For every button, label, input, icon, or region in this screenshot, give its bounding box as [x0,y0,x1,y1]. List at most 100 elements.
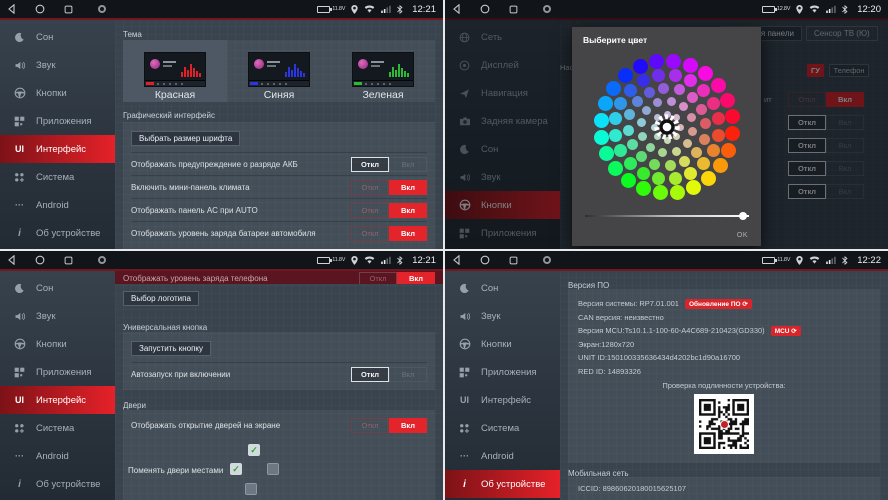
door-checkbox-left[interactable]: ✓ [230,463,242,475]
color-swatch-dot[interactable] [638,132,647,141]
sidebar-item-android[interactable]: ···Android [445,442,560,470]
color-swatch-dot[interactable] [691,147,702,158]
recents-square-icon[interactable] [509,256,518,265]
toggle-on-button[interactable]: Вкл [389,367,427,382]
update-badge[interactable]: Обновление ПО ⟳ [685,299,752,309]
color-swatch-dot[interactable] [670,185,685,200]
color-swatch-dot[interactable] [712,129,725,142]
color-swatch-dot[interactable] [669,172,682,185]
home-circle-icon[interactable] [35,4,45,14]
recents-square-icon[interactable] [64,5,73,14]
color-swatch-dot[interactable] [623,125,634,136]
color-swatch-dot[interactable] [683,139,692,148]
color-swatch-dot[interactable] [636,181,651,196]
color-swatch-dot[interactable] [665,160,676,171]
sidebar-item-apps[interactable]: Приложения [0,107,115,135]
toggle-off-button[interactable]: Откл [351,180,389,195]
app-badge-icon[interactable] [98,256,106,264]
color-swatch-dot[interactable] [686,180,701,195]
door-checkbox-right[interactable] [267,463,279,475]
back-icon[interactable] [7,4,16,14]
toggle-off-button[interactable]: Откл [351,418,389,433]
color-swatch-dot[interactable] [653,98,662,107]
home-circle-icon[interactable] [35,255,45,265]
color-swatch-dot[interactable] [725,109,740,124]
color-swatch-dot[interactable] [697,157,710,170]
color-swatch-dot[interactable] [712,112,725,125]
color-swatch-dot[interactable] [594,130,609,145]
sidebar-item-buttons[interactable]: Кнопки [0,330,115,358]
color-swatch-dot[interactable] [636,151,647,162]
color-swatch-dot[interactable] [688,127,697,136]
color-swatch-dot[interactable] [701,171,716,186]
color-swatch-dot[interactable] [609,112,622,125]
color-swatch-dot[interactable] [609,129,622,142]
toggle-off-button[interactable]: Откл [351,367,389,382]
door-checkbox-top[interactable]: ✓ [248,444,260,456]
door-checkbox-bottom[interactable] [245,483,257,495]
color-swatch-dot[interactable] [667,97,676,106]
color-swatch-dot[interactable] [679,156,690,167]
toggle-off-button[interactable]: Откл [351,203,389,218]
sidebar-item-sound[interactable]: Звук [0,302,115,330]
color-swatch-dot[interactable] [666,54,681,69]
recents-square-icon[interactable] [64,256,73,265]
color-swatch-dot[interactable] [707,144,720,157]
color-swatch-dot[interactable] [633,59,648,74]
back-icon[interactable] [452,4,461,14]
color-swatch-dot[interactable] [725,126,740,141]
app-badge-icon[interactable] [98,5,106,13]
color-swatch-dot[interactable] [637,118,646,127]
update-badge[interactable]: MCU ⟳ [771,326,801,336]
color-swatch-dot[interactable] [614,144,627,157]
color-swatch-dot[interactable] [642,106,651,115]
color-swatch-dot[interactable] [696,104,707,115]
theme-option-red[interactable]: Красная [123,40,227,102]
color-swatch-dot[interactable] [697,84,710,97]
sidebar-item-ui[interactable]: UIИнтерфейс [0,386,115,414]
toggle-on-button[interactable]: Вкл [389,203,427,218]
sidebar-item-ui[interactable]: UIИнтерфейс [0,135,115,163]
brightness-slider[interactable] [585,215,749,217]
color-swatch-dot[interactable] [653,185,668,200]
theme-option-blue[interactable]: Синяя [227,40,331,102]
color-swatch-dot[interactable] [658,148,667,157]
color-swatch-dot[interactable] [646,143,655,152]
color-swatch-dot[interactable] [707,97,720,110]
toggle-on-button[interactable]: Вкл [389,226,427,241]
sidebar-item-sleep[interactable]: Сон [445,274,560,302]
color-swatch-dot[interactable] [700,118,711,129]
sidebar-item-sleep[interactable]: Сон [0,23,115,51]
color-swatch-dot[interactable] [713,158,728,173]
run-button[interactable]: Запустить кнопку [131,341,211,356]
color-swatch-dot[interactable] [684,74,697,87]
color-swatch-dot[interactable] [679,102,688,111]
color-swatch-dot[interactable] [720,93,735,108]
app-badge-icon[interactable] [543,256,551,264]
color-swatch-dot[interactable] [624,109,635,120]
home-circle-icon[interactable] [480,4,490,14]
color-swatch-dot[interactable] [683,58,698,73]
sidebar-item-apps[interactable]: Приложения [0,358,115,386]
color-swatch-dot[interactable] [637,74,650,87]
sidebar-item-android[interactable]: ···Android [0,191,115,219]
toggle-off-button[interactable]: Откл [351,157,389,172]
theme-option-green[interactable]: Зеленая [331,40,435,102]
sidebar-item-system[interactable]: Система [0,163,115,191]
color-swatch-dot[interactable] [644,87,655,98]
color-swatch-dot[interactable] [711,78,726,93]
color-swatch-dot[interactable] [614,97,627,110]
toggle-off-button[interactable]: Откл [351,226,389,241]
color-swatch-dot[interactable] [599,146,614,161]
color-swatch-dot[interactable] [608,161,623,176]
toggle-on-button[interactable]: Вкл [389,418,427,433]
app-badge-icon[interactable] [543,5,551,13]
color-swatch-dot[interactable] [606,81,621,96]
sidebar-item-about[interactable]: iОб устройстве [0,219,115,247]
color-swatch-dot[interactable] [594,113,609,128]
color-swatch-dot[interactable] [687,113,696,122]
color-swatch-dot[interactable] [598,96,613,111]
toggle-on-button[interactable]: Вкл [397,272,435,285]
color-swatch-dot[interactable] [687,92,698,103]
sidebar-item-buttons[interactable]: Кнопки [445,330,560,358]
